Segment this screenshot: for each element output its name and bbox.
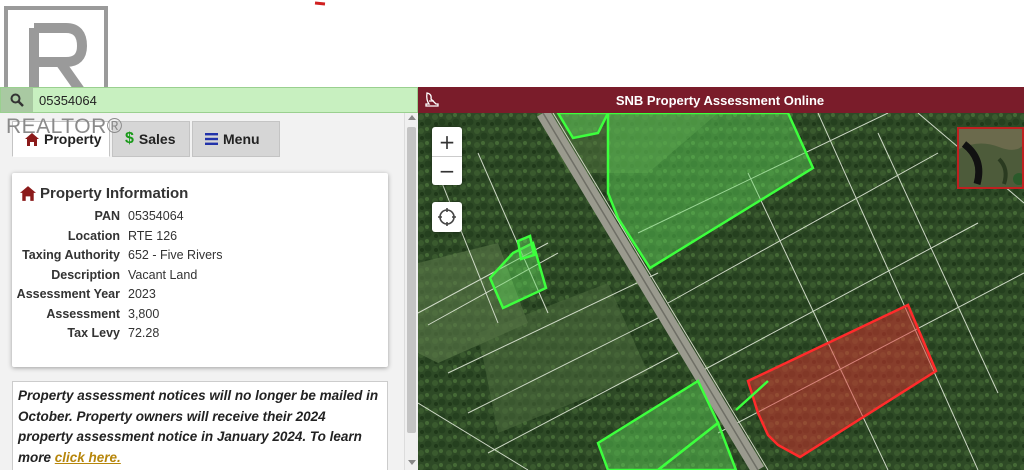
tab-menu[interactable]: Menu <box>192 121 280 157</box>
property-info-card: Property Information PAN 05354064 Locati… <box>12 173 388 367</box>
overview-minimap[interactable] <box>957 127 1024 189</box>
satellite-map[interactable] <box>418 113 1024 470</box>
zoom-in-button[interactable]: + <box>432 127 462 156</box>
info-label: Assessment <box>46 306 120 321</box>
info-row-pan: PAN 05354064 <box>12 209 388 229</box>
info-value: RTE 126 <box>128 228 178 243</box>
info-row-location: Location RTE 126 <box>12 229 388 249</box>
hamburger-icon <box>205 133 218 145</box>
assessment-notice: Property assessment notices will no long… <box>12 381 388 470</box>
scroll-thumb[interactable] <box>407 127 416 433</box>
search-input[interactable] <box>33 89 233 111</box>
property-info-rows: PAN 05354064 Location RTE 126 Taxing Aut… <box>12 209 388 346</box>
app-header: SNB Property Assessment Online <box>418 87 1024 113</box>
scroll-down-arrow-icon[interactable] <box>408 460 416 465</box>
zoom-out-button[interactable]: − <box>432 156 462 185</box>
dollar-icon: $ <box>125 130 134 147</box>
tab-sales[interactable]: $ Sales <box>112 121 190 157</box>
info-label: Assessment Year <box>16 287 120 301</box>
app-title: SNB Property Assessment Online <box>615 92 825 108</box>
info-label: Description <box>51 267 120 282</box>
property-info-title: Property Information <box>20 185 188 202</box>
info-label: Location <box>67 228 120 243</box>
map-view[interactable]: + − <box>418 113 1024 470</box>
scroll-up-arrow-icon[interactable] <box>408 115 416 120</box>
left-panel: Property $ Sales Menu Property Informati… <box>0 113 404 470</box>
info-label: PAN <box>94 209 120 223</box>
search-button[interactable] <box>1 88 33 112</box>
snb-logo-icon[interactable] <box>418 87 446 113</box>
info-value: 72.28 <box>128 326 160 340</box>
info-row-taxing-authority: Taxing Authority 652 - Five Rivers <box>12 248 388 268</box>
zoom-control: + − <box>432 127 462 185</box>
red-mark <box>314 1 326 6</box>
info-value: Vacant Land <box>128 267 198 282</box>
property-info-title-text: Property Information <box>40 185 189 202</box>
notice-link[interactable]: click here. <box>55 450 121 465</box>
info-label: Taxing Authority <box>22 248 120 262</box>
left-panel-scrollbar[interactable] <box>404 113 418 470</box>
search-icon <box>10 93 24 107</box>
tab-sales-label: Sales <box>138 131 176 147</box>
info-value: 652 - Five Rivers <box>128 248 223 262</box>
info-row-tax-levy: Tax Levy 72.28 <box>12 326 388 346</box>
info-value: 05354064 <box>128 209 184 223</box>
info-value: 3,800 <box>128 306 160 321</box>
info-row-assessment: Assessment 3,800 <box>12 307 388 327</box>
realtor-watermark-text: REALTOR® <box>6 115 123 138</box>
home-icon <box>20 186 36 201</box>
info-label: Tax Levy <box>67 326 120 340</box>
info-value: 2023 <box>128 287 156 301</box>
crosshair-icon <box>438 208 456 226</box>
tab-menu-label: Menu <box>223 131 260 147</box>
page: REALTOR® SNB Property Assessment Online <box>0 0 1024 470</box>
search-bar <box>0 87 418 113</box>
locate-button[interactable] <box>432 202 462 232</box>
info-row-assessment-year: Assessment Year 2023 <box>12 287 388 307</box>
info-row-description: Description Vacant Land <box>12 268 388 288</box>
